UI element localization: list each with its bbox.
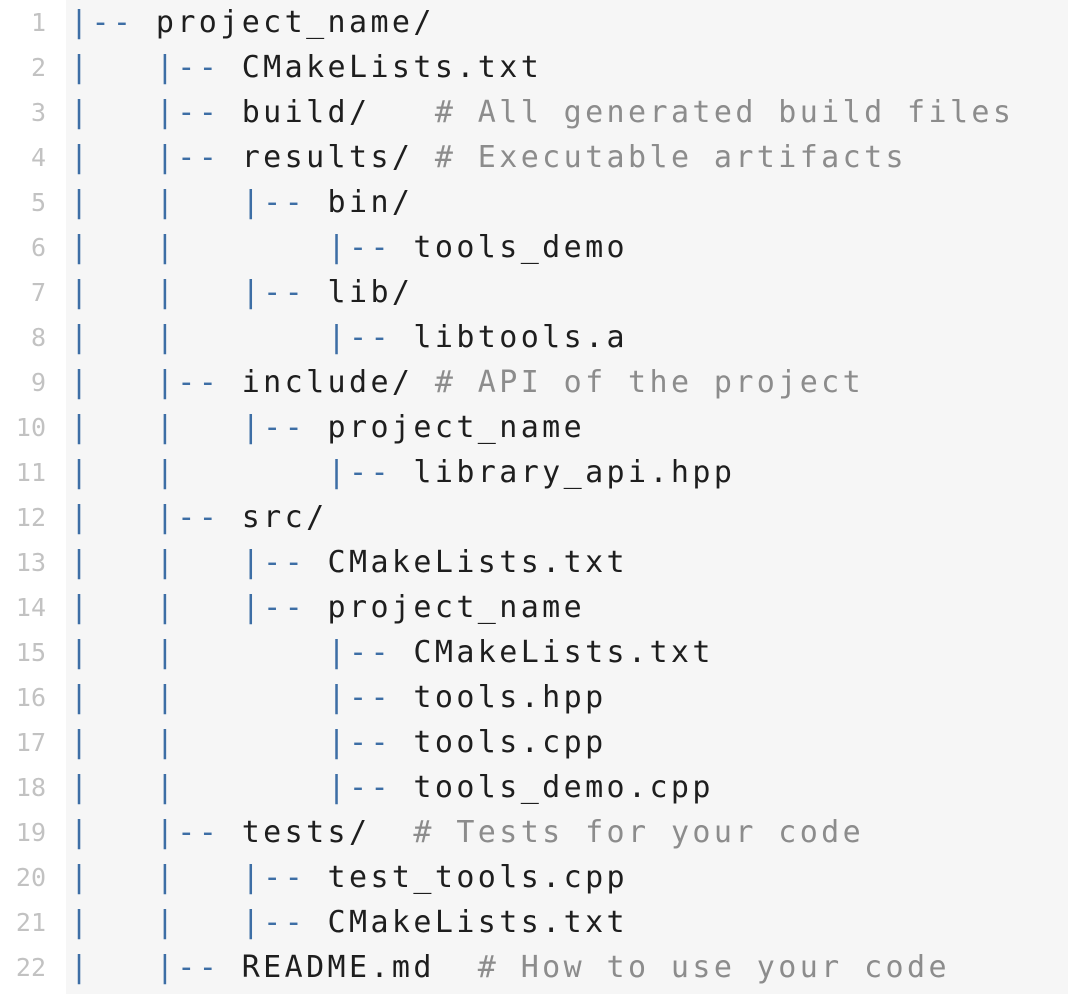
line-number: 10 — [15, 413, 46, 442]
line-number: 13 — [15, 548, 46, 577]
line-number: 6 — [30, 233, 46, 262]
file-entry: src/ — [241, 500, 328, 535]
tree-prefix: | | |-- — [70, 545, 328, 580]
code-line: 22 | |-- README.md # How to use your code — [0, 945, 1068, 990]
code-line: 3 | |-- build/ # All generated build file… — [0, 90, 1068, 135]
code-line: 20 | | |-- test_tools.cpp — [0, 855, 1068, 900]
line-number: 21 — [15, 908, 46, 937]
line-number: 2 — [30, 53, 46, 82]
line-number: 12 — [15, 503, 46, 532]
tree-prefix: | | |-- — [70, 725, 414, 760]
code-line: 19 | |-- tests/ # Tests for your code — [0, 810, 1068, 855]
file-entry: CMakeLists.txt — [241, 50, 543, 85]
tree-prefix: |-- — [70, 5, 156, 40]
line-number: 7 — [30, 278, 46, 307]
file-entry: results/ — [241, 140, 414, 175]
file-entry: project_name/ — [155, 5, 435, 40]
comment: # How to use your code — [434, 950, 950, 985]
line-number: 18 — [15, 773, 46, 802]
code-line: 1 |-- project_name/ — [0, 0, 1068, 45]
code-line: 21 | | |-- CMakeLists.txt — [0, 900, 1068, 945]
code-line: 5 | | |-- bin/ — [0, 180, 1068, 225]
file-entry: test_tools.cpp — [327, 860, 629, 895]
tree-prefix: | | |-- — [70, 275, 328, 310]
line-number: 9 — [30, 368, 46, 397]
tree-prefix: | | |-- — [70, 770, 414, 805]
line-number: 20 — [15, 863, 46, 892]
file-entry: libtools.a — [413, 320, 629, 355]
code-line: 4 | |-- results/ # Executable artifacts — [0, 135, 1068, 180]
tree-prefix: | |-- — [70, 500, 242, 535]
tree-prefix: | |-- — [70, 50, 242, 85]
code-line: 17 | | |-- tools.cpp — [0, 720, 1068, 765]
file-entry: bin/ — [327, 185, 414, 220]
line-number: 14 — [15, 593, 46, 622]
code-line: 15 | | |-- CMakeLists.txt — [0, 630, 1068, 675]
tree-prefix: | | |-- — [70, 230, 414, 265]
file-entry: CMakeLists.txt — [327, 905, 629, 940]
tree-prefix: | | |-- — [70, 635, 414, 670]
file-entry: include/ — [241, 365, 414, 400]
code-line: 8 | | |-- libtools.a — [0, 315, 1068, 360]
file-entry: project_name — [327, 410, 586, 445]
file-entry: tools_demo.cpp — [413, 770, 714, 805]
tree-prefix: | | |-- — [70, 860, 328, 895]
file-entry: tools.cpp — [413, 725, 607, 760]
file-entry: build/ — [241, 95, 371, 130]
line-number: 22 — [15, 953, 46, 982]
code-line: 18 | | |-- tools_demo.cpp — [0, 765, 1068, 810]
code-line: 7 | | |-- lib/ — [0, 270, 1068, 315]
line-number: 1 — [30, 8, 46, 37]
code-line: 13 | | |-- CMakeLists.txt — [0, 540, 1068, 585]
code-block: 1 |-- project_name/ 2 | |-- CMakeLists.txt… — [0, 0, 1068, 994]
comment: # API of the project — [413, 365, 865, 400]
line-number: 17 — [15, 728, 46, 757]
tree-prefix: | |-- — [70, 140, 242, 175]
file-entry: tools_demo — [413, 230, 629, 265]
line-number: 3 — [30, 98, 46, 127]
tree-prefix: | |-- — [70, 365, 242, 400]
file-entry: README.md — [241, 950, 435, 985]
tree-prefix: | | |-- — [70, 680, 414, 715]
line-number: 5 — [30, 188, 46, 217]
file-entry: CMakeLists.txt — [413, 635, 714, 670]
file-entry: lib/ — [327, 275, 414, 310]
tree-prefix: | | |-- — [70, 410, 328, 445]
tree-prefix: | |-- — [70, 95, 242, 130]
tree-prefix: | |-- — [70, 815, 242, 850]
file-entry: tests/ — [241, 815, 371, 850]
code-line: 12 | |-- src/ — [0, 495, 1068, 540]
code-line: 9 | |-- include/ # API of the project — [0, 360, 1068, 405]
code-line: 11 | | |-- library_api.hpp — [0, 450, 1068, 495]
code-line: 2 | |-- CMakeLists.txt — [0, 45, 1068, 90]
line-number: 16 — [15, 683, 46, 712]
line-number: 19 — [15, 818, 46, 847]
file-entry: CMakeLists.txt — [327, 545, 629, 580]
comment: # All generated build files — [370, 95, 1015, 130]
tree-prefix: | | |-- — [70, 455, 414, 490]
tree-prefix: | | |-- — [70, 590, 328, 625]
file-entry: tools.hpp — [413, 680, 607, 715]
tree-prefix: | | |-- — [70, 905, 328, 940]
file-entry: project_name — [327, 590, 586, 625]
line-number: 11 — [15, 458, 46, 487]
tree-prefix: | | |-- — [70, 320, 414, 355]
code-line: 6 | | |-- tools_demo — [0, 225, 1068, 270]
line-number: 4 — [30, 143, 46, 172]
comment: # Executable artifacts — [413, 140, 908, 175]
code-line: 10 | | |-- project_name — [0, 405, 1068, 450]
line-number: 15 — [15, 638, 46, 667]
tree-prefix: | | |-- — [70, 185, 328, 220]
tree-prefix: | |-- — [70, 950, 242, 985]
file-entry: library_api.hpp — [413, 455, 736, 490]
line-number: 8 — [30, 323, 46, 352]
code-line: 16 | | |-- tools.hpp — [0, 675, 1068, 720]
comment: # Tests for your code — [370, 815, 865, 850]
code-line: 14 | | |-- project_name — [0, 585, 1068, 630]
